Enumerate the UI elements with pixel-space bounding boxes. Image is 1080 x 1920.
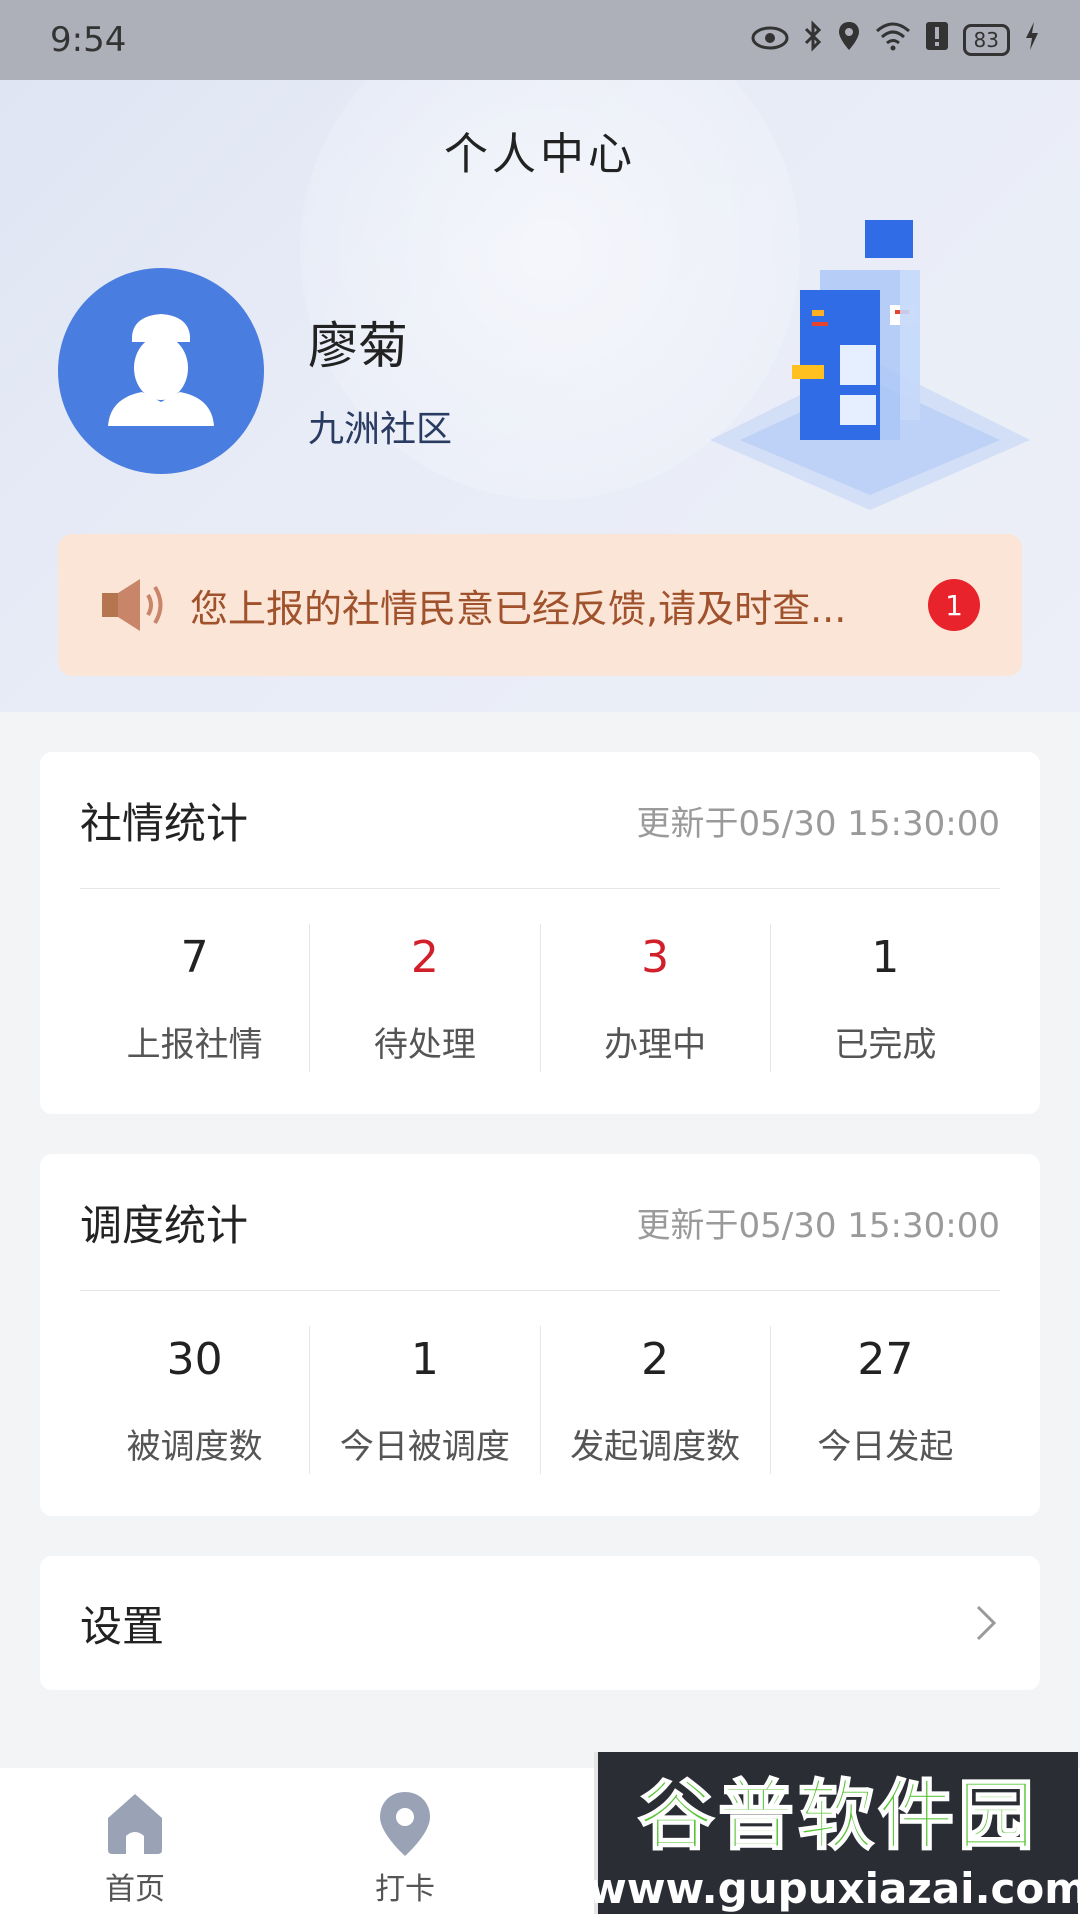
location-icon xyxy=(837,20,861,61)
page-title: 个人中心 xyxy=(444,129,636,180)
stat-initiated[interactable]: 2 发起调度数 xyxy=(541,1326,771,1474)
dispatch-stats-header: 调度统计 更新于05/30 15:30:00 xyxy=(80,1154,1000,1291)
notice-text: 您上报的社情民意已经反馈,请及时查... xyxy=(190,586,847,631)
status-bar: 9:54 83 xyxy=(0,0,1080,80)
stat-value: 7 xyxy=(180,932,209,983)
stat-label: 发起调度数 xyxy=(570,1427,741,1467)
speaker-icon xyxy=(102,579,163,631)
stat-value: 1 xyxy=(410,1334,439,1385)
settings-label: 设置 xyxy=(80,1601,165,1651)
stat-dispatched-today[interactable]: 1 今日被调度 xyxy=(310,1326,541,1474)
eye-icon xyxy=(751,20,789,60)
bluetooth-icon xyxy=(803,19,823,61)
status-icons: 83 xyxy=(751,19,1040,61)
stat-label: 办理中 xyxy=(604,1025,707,1065)
wifi-icon xyxy=(875,20,911,60)
dispatch-stats-card: 调度统计 更新于05/30 15:30:00 30 被调度数 1 今日被调度 2… xyxy=(40,1154,1040,1516)
notice-bar[interactable]: 您上报的社情民意已经反馈,请及时查... 1 xyxy=(58,534,1022,676)
dispatch-stats-row: 30 被调度数 1 今日被调度 2 发起调度数 27 今日发起 xyxy=(80,1326,1000,1474)
stat-value: 27 xyxy=(857,1334,914,1385)
dispatch-stats-updated: 更新于05/30 15:30:00 xyxy=(636,1205,1001,1246)
tab-label: 首页 xyxy=(105,1872,165,1907)
watermark-url: www.gupuxiazai.com xyxy=(587,1863,1080,1913)
home-icon xyxy=(108,1794,162,1854)
status-time: 9:54 xyxy=(50,20,127,60)
social-stats-card: 社情统计 更新于05/30 15:30:00 7 上报社情 2 待处理 3 办理… xyxy=(40,752,1040,1114)
stat-label: 待处理 xyxy=(373,1025,476,1065)
charging-icon xyxy=(1024,20,1040,60)
settings-row[interactable]: 设置 xyxy=(40,1556,1040,1690)
social-stats-row: 7 上报社情 2 待处理 3 办理中 1 已完成 xyxy=(80,924,1000,1072)
social-stats-title: 社情统计 xyxy=(80,798,249,848)
stat-label: 已完成 xyxy=(834,1025,937,1065)
tab-checkin[interactable]: 打卡 xyxy=(270,1768,540,1920)
watermark-overlay: 谷普软件园 www.gupuxiazai.com xyxy=(588,1752,1080,1914)
stat-completed[interactable]: 1 已完成 xyxy=(771,924,1000,1072)
social-stats-header: 社情统计 更新于05/30 15:30:00 xyxy=(80,752,1000,889)
notice-badge: 1 xyxy=(928,579,980,631)
stat-label: 今日发起 xyxy=(817,1427,954,1467)
dispatch-stats-title: 调度统计 xyxy=(80,1200,249,1250)
tab-home[interactable]: 首页 xyxy=(0,1768,270,1920)
stat-label: 被调度数 xyxy=(126,1427,263,1467)
avatar[interactable] xyxy=(58,268,264,474)
stat-value: 2 xyxy=(641,1334,670,1385)
user-community: 九洲社区 xyxy=(308,409,453,450)
watermark-title: 谷普软件园 xyxy=(637,1770,1038,1861)
tab-label: 打卡 xyxy=(375,1872,435,1907)
stat-value: 2 xyxy=(410,932,439,983)
user-icon xyxy=(108,314,214,426)
social-stats-updated: 更新于05/30 15:30:00 xyxy=(636,803,1001,844)
document-illustration-icon xyxy=(710,220,1030,510)
stat-value: 3 xyxy=(641,932,670,983)
user-name: 廖菊 xyxy=(308,317,408,375)
stat-reported[interactable]: 7 上报社情 xyxy=(80,924,311,1072)
stat-label: 上报社情 xyxy=(126,1025,263,1065)
stat-dispatched[interactable]: 30 被调度数 xyxy=(80,1326,311,1474)
stat-pending[interactable]: 2 待处理 xyxy=(310,924,541,1072)
stat-label: 今日被调度 xyxy=(339,1427,510,1467)
battery-icon: 83 xyxy=(962,24,1010,56)
stat-value: 30 xyxy=(166,1334,223,1385)
chevron-right-icon xyxy=(976,1605,997,1641)
stat-value: 1 xyxy=(871,932,900,983)
alert-icon xyxy=(925,20,949,61)
location-pin-icon xyxy=(380,1792,430,1856)
stat-initiated-today[interactable]: 27 今日发起 xyxy=(771,1326,1000,1474)
stat-in-progress[interactable]: 3 办理中 xyxy=(541,924,771,1072)
